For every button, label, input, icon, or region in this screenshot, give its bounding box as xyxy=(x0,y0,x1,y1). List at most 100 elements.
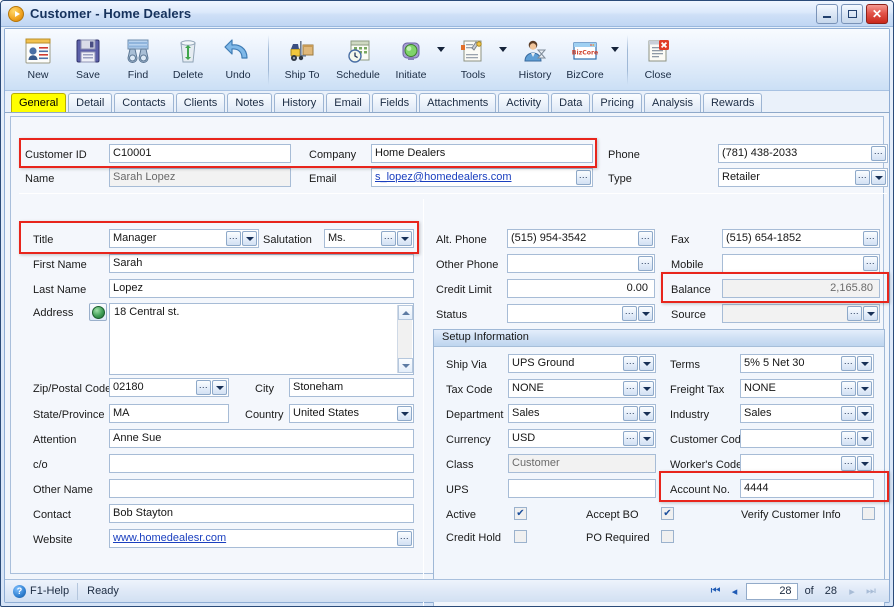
mobile-ellipsis-button[interactable]: ⋯ xyxy=(863,256,878,271)
previous-record-icon[interactable]: ◂ xyxy=(727,583,743,600)
minimize-button[interactable] xyxy=(816,4,838,24)
alt-phone-ellipsis-button[interactable]: ⋯ xyxy=(638,231,653,246)
tax-code-combobox[interactable]: NONE ⋯ xyxy=(508,379,656,398)
status-dropdown-arrow-icon[interactable] xyxy=(638,306,653,321)
help-hint[interactable]: ? F1-Help xyxy=(9,582,79,600)
co-input[interactable] xyxy=(109,454,414,473)
website-link[interactable]: www.homedealesr.com xyxy=(113,532,227,544)
address-scrollbar[interactable] xyxy=(397,305,413,373)
first-name-input[interactable]: Sarah xyxy=(109,254,414,273)
accept-bo-checkbox[interactable] xyxy=(661,507,674,520)
terms-ellipsis-button[interactable]: ⋯ xyxy=(841,356,856,371)
initiate-dropdown-arrow-icon[interactable] xyxy=(437,47,445,52)
fax-ellipsis-button[interactable]: ⋯ xyxy=(863,231,878,246)
type-combobox[interactable]: Retailer ⋯ xyxy=(718,168,888,187)
freight-tax-combobox[interactable]: NONE ⋯ xyxy=(740,379,874,398)
currency-ellipsis-button[interactable]: ⋯ xyxy=(623,431,638,446)
tab-attachments[interactable]: Attachments xyxy=(419,93,497,112)
other-phone-ellipsis-button[interactable]: ⋯ xyxy=(638,256,653,271)
contact-input[interactable]: Bob Stayton xyxy=(109,504,414,523)
industry-ellipsis-button[interactable]: ⋯ xyxy=(841,406,856,421)
freight-tax-dropdown-arrow-icon[interactable] xyxy=(857,381,872,396)
last-name-input[interactable]: Lopez xyxy=(109,279,414,298)
toolbar-button-close[interactable]: Close xyxy=(633,33,683,81)
tab-clients[interactable]: Clients xyxy=(175,93,226,112)
department-combobox[interactable]: Sales ⋯ xyxy=(508,404,656,423)
email-input[interactable]: s_lopez@homedealers.com ⋯ xyxy=(371,168,593,187)
tab-rewards[interactable]: Rewards xyxy=(702,93,763,112)
department-ellipsis-button[interactable]: ⋯ xyxy=(623,406,638,421)
current-record-input[interactable]: 28 xyxy=(745,582,798,600)
zip-ellipsis-button[interactable]: ⋯ xyxy=(196,380,211,395)
active-checkbox[interactable] xyxy=(514,507,527,520)
email-ellipsis-button[interactable]: ⋯ xyxy=(576,170,591,185)
zip-combobox[interactable]: 02180 ⋯ xyxy=(109,378,229,397)
website-ellipsis-button[interactable]: ⋯ xyxy=(397,531,412,546)
state-input[interactable]: MA xyxy=(109,404,229,423)
fax-input[interactable]: (515) 654-1852 ⋯ xyxy=(722,229,880,248)
country-combobox[interactable]: United States xyxy=(289,404,414,423)
toolbar-button-delete[interactable]: Delete xyxy=(163,33,213,81)
toolbar-button-ship-to[interactable]: Ship To xyxy=(274,33,330,81)
customer-id-input[interactable]: C10001 xyxy=(109,144,291,163)
phone-ellipsis-button[interactable]: ⋯ xyxy=(871,146,886,161)
country-dropdown-arrow-icon[interactable] xyxy=(397,406,412,421)
industry-combobox[interactable]: Sales ⋯ xyxy=(740,404,874,423)
salutation-ellipsis-button[interactable]: ⋯ xyxy=(381,231,396,246)
customer-code-ellipsis-button[interactable]: ⋯ xyxy=(841,431,856,446)
tab-detail[interactable]: Detail xyxy=(68,93,113,112)
scroll-up-icon[interactable] xyxy=(398,305,413,320)
next-record-icon[interactable]: ▸ xyxy=(844,583,860,600)
bizcore-dropdown-arrow-icon[interactable] xyxy=(611,47,619,52)
tax-code-dropdown-arrow-icon[interactable] xyxy=(639,381,654,396)
ship-via-ellipsis-button[interactable]: ⋯ xyxy=(623,356,638,371)
tab-general[interactable]: General xyxy=(11,93,67,112)
ups-input[interactable] xyxy=(508,479,656,498)
ship-via-dropdown-arrow-icon[interactable] xyxy=(639,356,654,371)
customer-code-combobox[interactable]: ⋯ xyxy=(740,429,874,448)
source-combobox[interactable]: ⋯ xyxy=(722,304,880,323)
status-ellipsis-button[interactable]: ⋯ xyxy=(622,306,637,321)
toolbar-button-bizcore[interactable]: BizCore BizCore xyxy=(560,33,610,81)
title-dropdown-arrow-icon[interactable] xyxy=(242,231,257,246)
verify-customer-info-checkbox[interactable] xyxy=(862,507,875,520)
tab-analysis[interactable]: Analysis xyxy=(644,93,701,112)
tax-code-ellipsis-button[interactable]: ⋯ xyxy=(623,381,638,396)
mobile-input[interactable]: ⋯ xyxy=(722,254,880,273)
customer-code-dropdown-arrow-icon[interactable] xyxy=(857,431,872,446)
type-dropdown-arrow-icon[interactable] xyxy=(871,170,886,185)
last-record-icon[interactable]: ⏭ xyxy=(863,583,879,600)
tab-pricing[interactable]: Pricing xyxy=(592,93,643,112)
salutation-combobox[interactable]: Ms. ⋯ xyxy=(324,229,414,248)
tools-dropdown-arrow-icon[interactable] xyxy=(499,47,507,52)
toolbar-button-undo[interactable]: Undo xyxy=(213,33,263,81)
website-input[interactable]: www.homedealesr.com ⋯ xyxy=(109,529,414,548)
currency-dropdown-arrow-icon[interactable] xyxy=(639,431,654,446)
toolbar-button-tools[interactable]: Tools xyxy=(448,33,498,81)
tab-data[interactable]: Data xyxy=(551,93,591,112)
other-name-input[interactable] xyxy=(109,479,414,498)
title-ellipsis-button[interactable]: ⋯ xyxy=(226,231,241,246)
toolbar-button-history[interactable]: History xyxy=(510,33,560,81)
department-dropdown-arrow-icon[interactable] xyxy=(639,406,654,421)
zip-dropdown-arrow-icon[interactable] xyxy=(212,380,227,395)
attention-input[interactable]: Anne Sue xyxy=(109,429,414,448)
scroll-down-icon[interactable] xyxy=(398,358,413,373)
ship-via-combobox[interactable]: UPS Ground ⋯ xyxy=(508,354,656,373)
maximize-button[interactable] xyxy=(841,4,863,24)
tab-notes[interactable]: Notes xyxy=(227,93,273,112)
address-globe-icon[interactable] xyxy=(89,303,107,321)
type-ellipsis-button[interactable]: ⋯ xyxy=(855,170,870,185)
freight-tax-ellipsis-button[interactable]: ⋯ xyxy=(841,381,856,396)
credit-limit-input[interactable]: 0.00 xyxy=(507,279,655,298)
other-phone-input[interactable]: ⋯ xyxy=(507,254,655,273)
industry-dropdown-arrow-icon[interactable] xyxy=(857,406,872,421)
workers-code-dropdown-arrow-icon[interactable] xyxy=(857,456,872,471)
account-no-input[interactable]: 4444 xyxy=(740,479,874,498)
source-dropdown-arrow-icon[interactable] xyxy=(863,306,878,321)
first-record-icon[interactable]: ⏮ xyxy=(708,583,724,600)
source-ellipsis-button[interactable]: ⋯ xyxy=(847,306,862,321)
tab-fields[interactable]: Fields xyxy=(371,93,418,112)
toolbar-button-save[interactable]: Save xyxy=(63,33,113,81)
terms-dropdown-arrow-icon[interactable] xyxy=(857,356,872,371)
